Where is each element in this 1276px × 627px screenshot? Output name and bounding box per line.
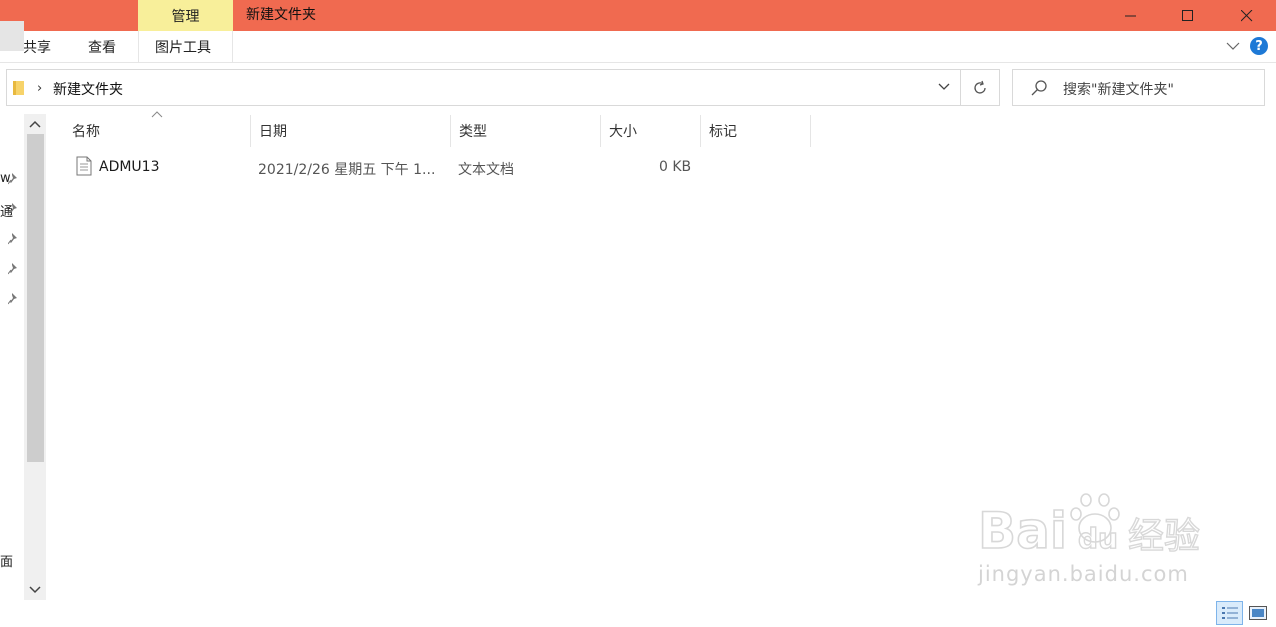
close-icon [1241,9,1253,21]
breadcrumb-folder[interactable]: 新建文件夹 [53,79,123,99]
help-icon[interactable]: ? [1250,37,1268,55]
watermark-url: jingyan.baidu.com [978,562,1189,586]
wm-brand: Bai [978,502,1067,558]
refresh-icon [974,80,986,94]
pin-icon [8,173,17,185]
file-date: 2021/2/26 星期五 下午 1... [258,162,436,178]
breadcrumb-chevron-icon[interactable]: › [37,81,42,96]
scroll-up-icon[interactable] [28,117,42,131]
file-type: 文本文档 [458,162,514,178]
expand-ribbon-icon[interactable] [1226,41,1240,51]
large-icons-view-button[interactable] [1247,604,1269,622]
column-header-type[interactable]: 类型 [451,115,600,147]
search-placeholder: 搜索"新建文件夹" [1063,82,1174,98]
refresh-button[interactable] [960,69,1000,106]
pin-icon [8,293,17,305]
tab-view[interactable]: 查看 [88,37,116,57]
maximize-button[interactable] [1161,0,1215,31]
pin-icon [8,263,17,275]
ribbon-right-controls: ? [1226,37,1268,55]
close-button[interactable] [1220,0,1274,31]
folder-icon [13,81,24,95]
minimize-icon [1125,15,1136,16]
wm-brand2: du [1078,522,1118,555]
column-divider[interactable] [810,115,811,147]
scroll-down-icon[interactable] [28,583,42,597]
minimize-button[interactable] [1104,0,1158,31]
ribbon-divider [232,31,233,63]
window-title: 新建文件夹 [246,7,316,23]
address-bar[interactable]: › 新建文件夹 [6,69,961,106]
maximize-icon [1182,9,1193,21]
search-icon [1031,80,1047,96]
wm-cn: 经验 [1128,516,1200,557]
pin-icon [8,233,17,245]
tab-share[interactable]: 共享 [23,37,51,57]
pin-icon [8,203,17,215]
details-view-icon [1221,607,1238,619]
context-tab-manage[interactable]: 管理 [138,0,233,31]
large-icons-view-icon [1249,606,1267,620]
paw-logo-icon: Bai du 经验 [978,493,1201,558]
details-view-button[interactable] [1216,601,1243,625]
column-header-tags[interactable]: 标记 [701,115,810,147]
column-header-date[interactable]: 日期 [251,115,450,147]
history-dropdown-icon[interactable] [938,80,950,94]
file-name[interactable]: ADMU13 [99,159,160,175]
text-document-icon [76,156,92,176]
file-size: 0 KB [659,159,692,175]
column-header-size[interactable]: 大小 [601,115,700,147]
tab-picture-tools[interactable]: 图片工具 [155,37,211,57]
search-box[interactable]: 搜索"新建文件夹" [1012,69,1265,106]
file-row[interactable]: ADMU13 2021/2/26 星期五 下午 1... 文本文档 0 KB [70,152,702,184]
nav-scrollbar-thumb[interactable] [27,134,44,462]
ribbon-divider [138,31,139,63]
nav-item-label[interactable]: 面 [0,551,13,570]
column-header-name[interactable]: 名称 [64,115,250,147]
nav-selected-item[interactable] [0,21,24,51]
